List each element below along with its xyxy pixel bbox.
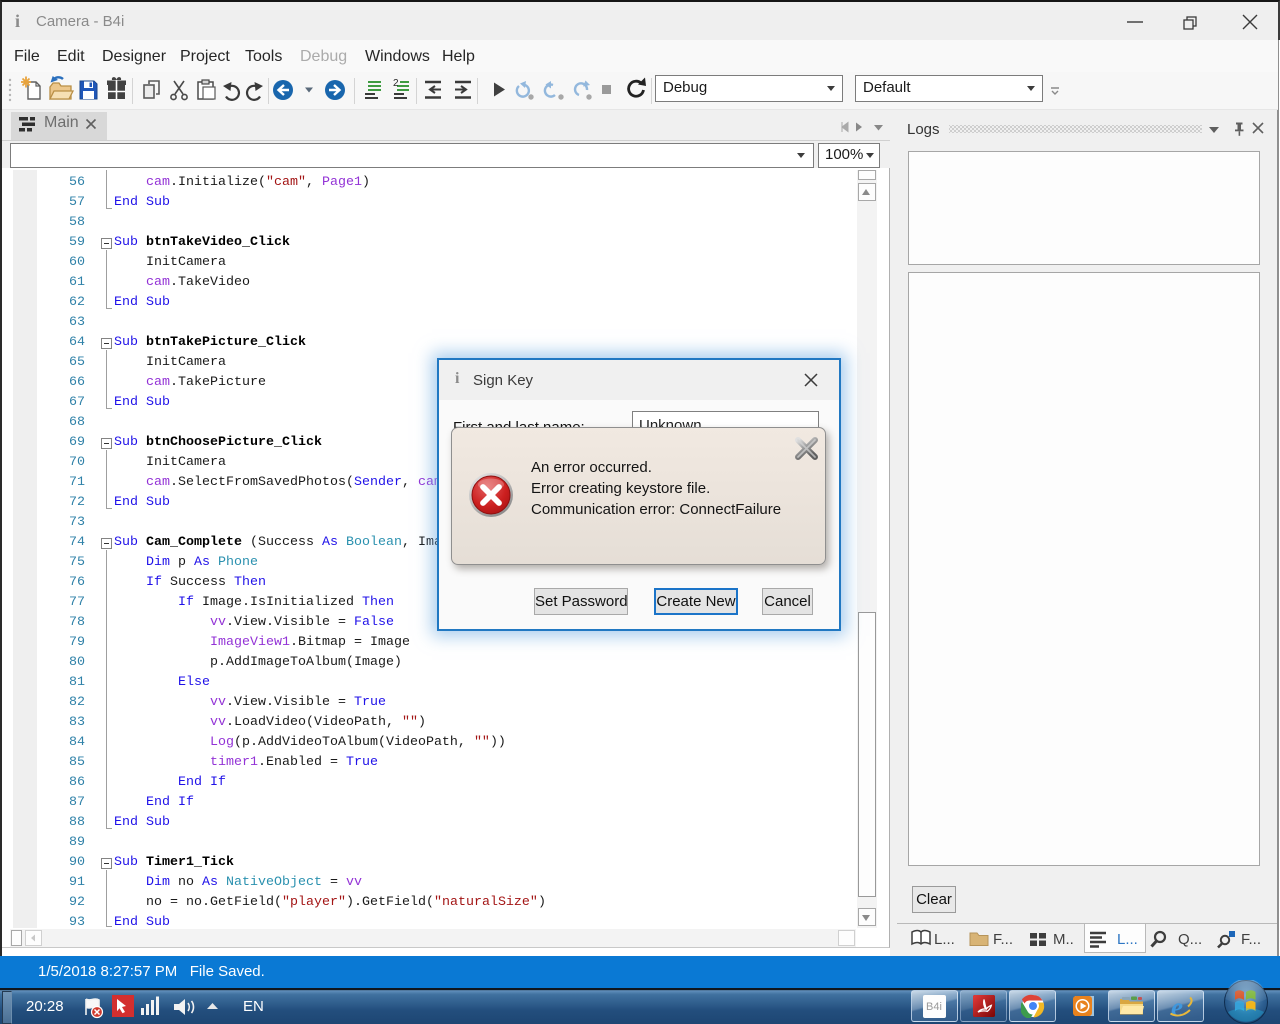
svg-text:2: 2 xyxy=(393,78,399,89)
